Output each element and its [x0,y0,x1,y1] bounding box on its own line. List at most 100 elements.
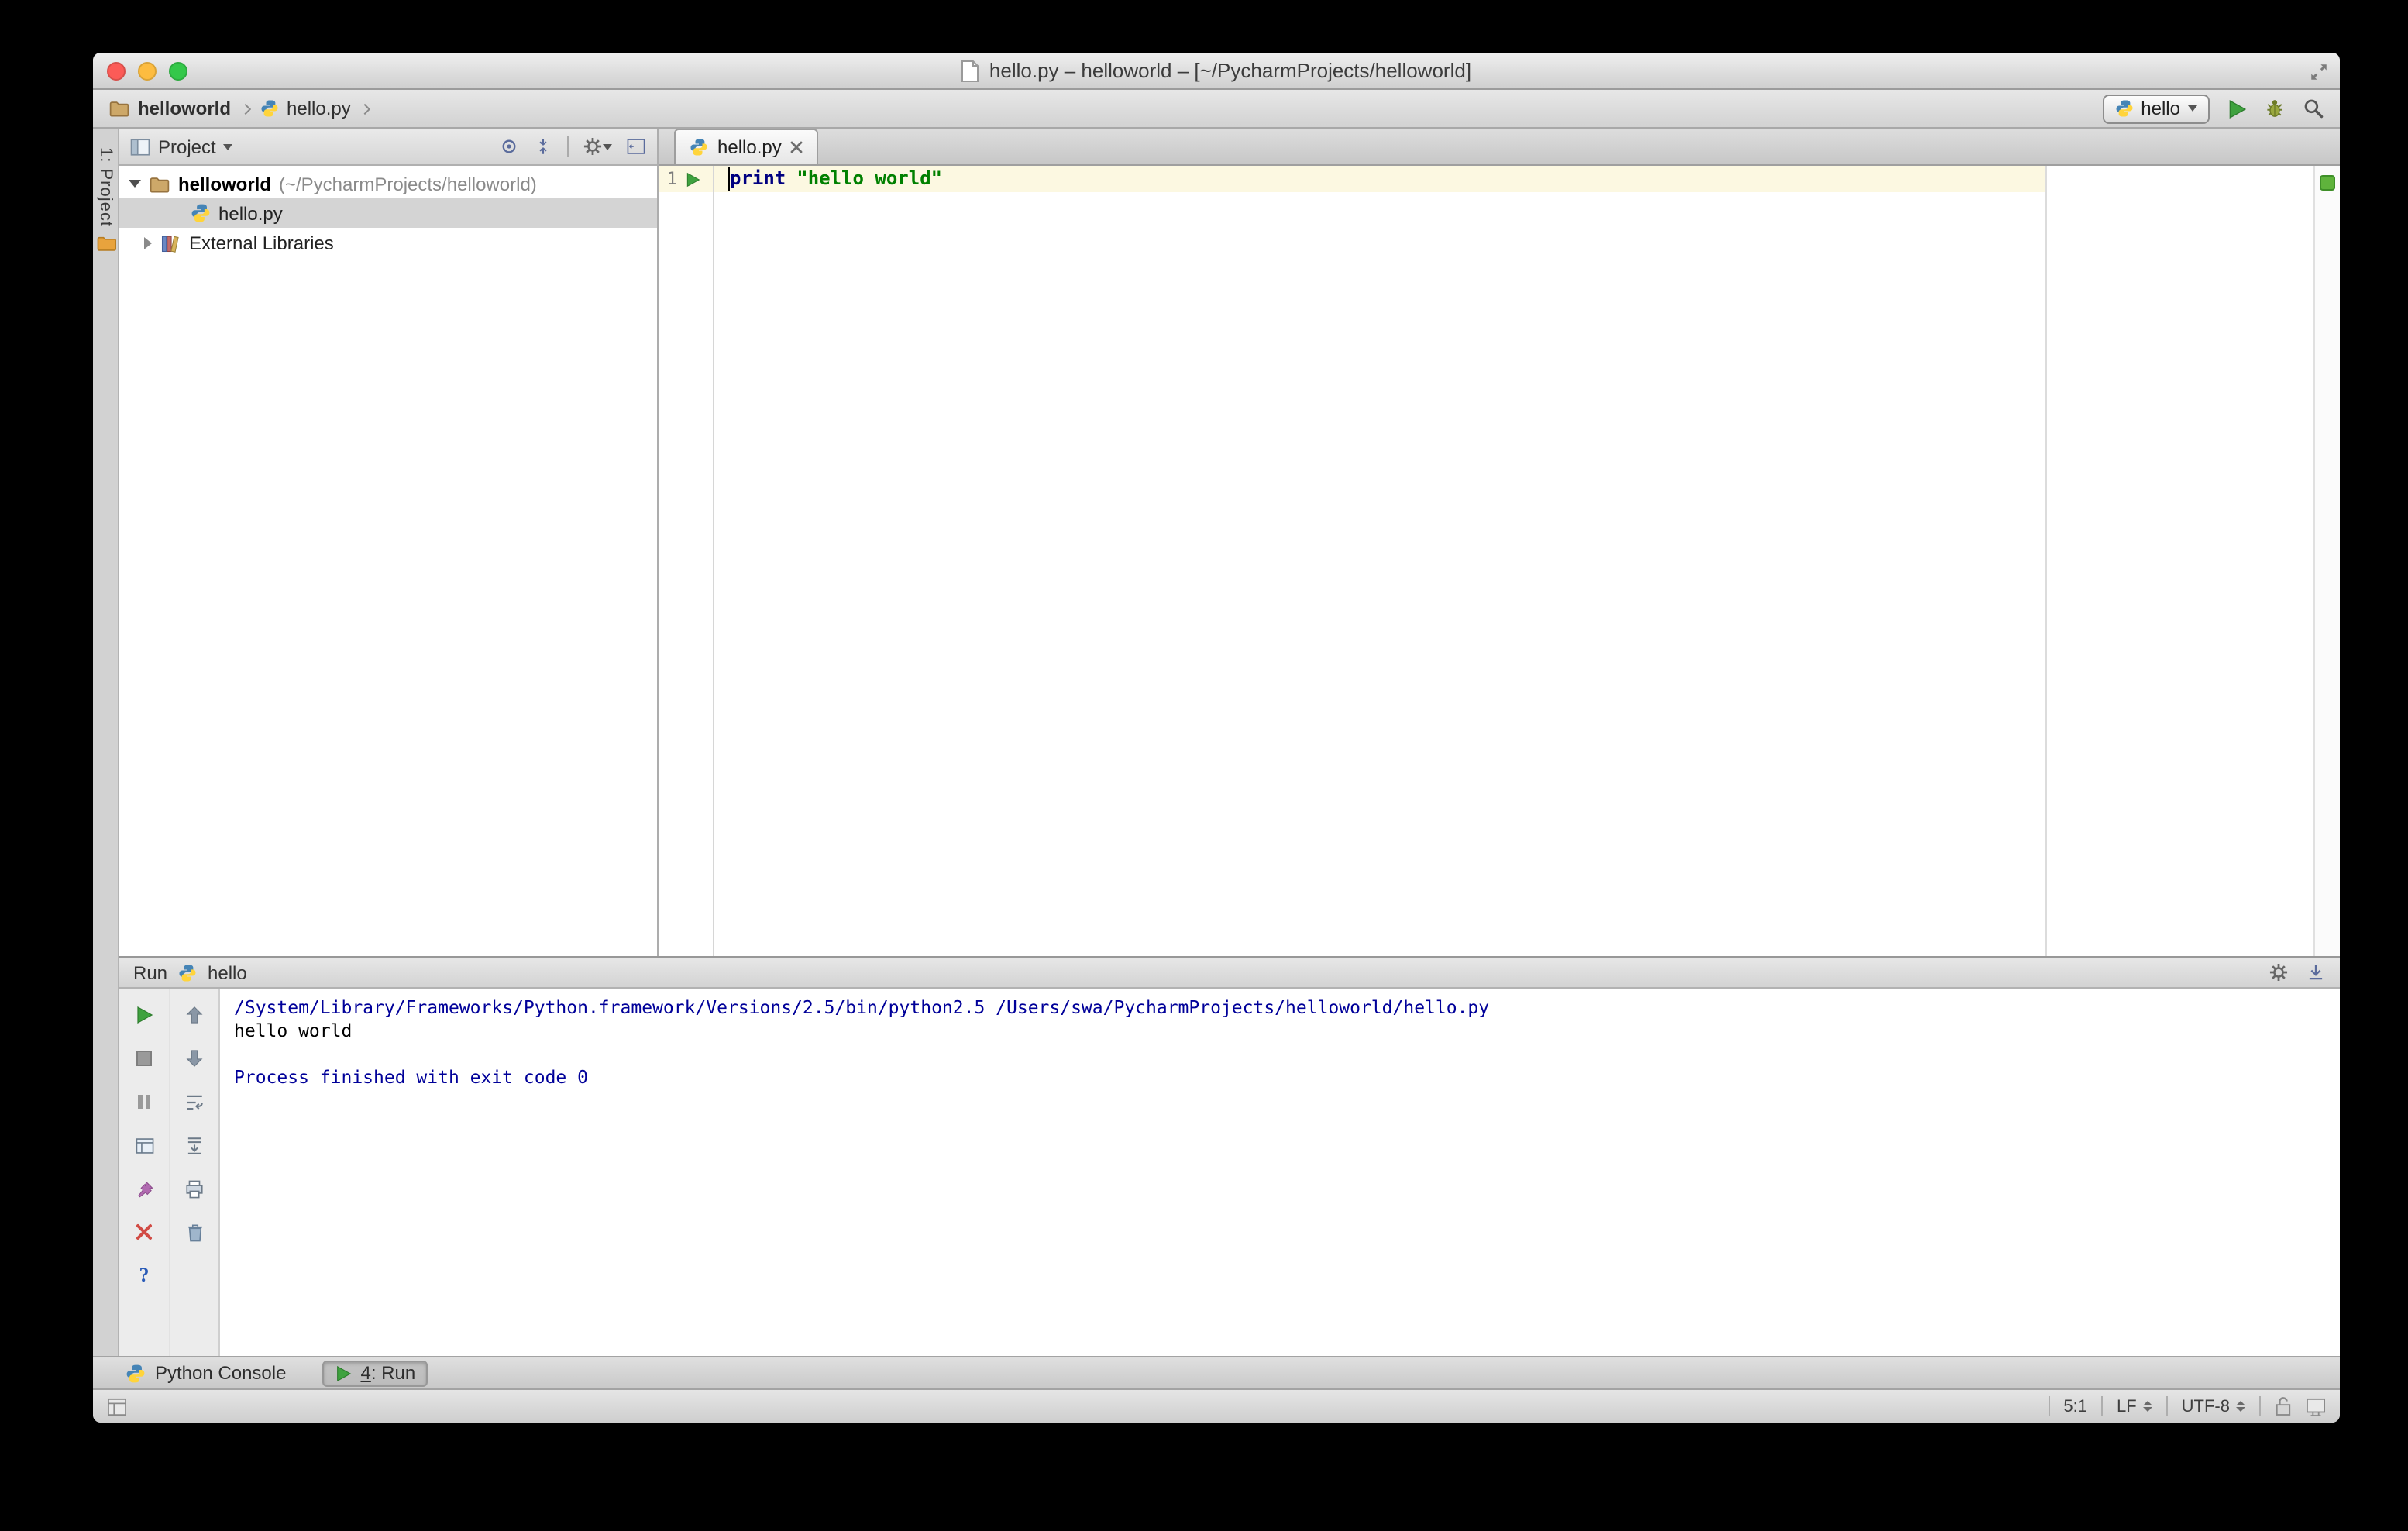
help-button[interactable]: ? [132,1263,157,1288]
down-stack-trace-button[interactable] [182,1046,207,1071]
python-console-label: Python Console [155,1362,287,1384]
stop-icon [136,1051,152,1066]
python-icon [179,964,196,981]
document-icon [961,60,979,81]
layout-icon [135,1137,153,1153]
text-caret [728,167,730,191]
editor-area: hello.py 1 print "hello world" [659,129,2340,956]
inspection-status-ok-indicator[interactable] [2320,175,2335,191]
chevron-down-icon [223,143,233,150]
toolbar-divider [567,136,569,157]
hide-run-panel-button[interactable] [2306,962,2326,982]
close-console-button[interactable] [132,1220,157,1244]
arrow-up-icon [186,1006,203,1024]
chevron-right-icon [239,102,252,115]
code-line-1: print "hello world" [730,166,2340,192]
tab-hello-py[interactable]: hello.py [674,129,819,164]
panel-settings-button[interactable] [583,136,612,157]
run-button[interactable] [2227,98,2247,119]
soft-wrap-icon [187,1094,203,1110]
breadcrumb-item-hello-py[interactable]: hello.py [260,98,351,119]
run-line-marker[interactable] [685,171,700,187]
hide-panel-icon [627,139,645,154]
title-bar[interactable]: hello.py – helloworld – [~/PycharmProjec… [93,53,2340,90]
toggle-tool-window-bars-button[interactable] [107,1397,127,1416]
breadcrumb-item-helloworld[interactable]: helloworld [108,98,231,119]
tree-row-hello-py[interactable]: hello.py [119,198,657,228]
chevron-right-icon [359,102,371,115]
expand-arrow-icon[interactable] [144,236,152,249]
spinner-arrows-icon [2236,1401,2245,1412]
minimize-window-button[interactable] [138,62,157,81]
code-keyword: print [730,167,786,189]
run-panel-right-toolbar [2269,962,2326,982]
close-icon [136,1224,152,1240]
restore-layout-button[interactable] [132,1133,157,1158]
project-root-path: (~/PycharmProjects/helloworld) [279,173,537,194]
fullscreen-button[interactable] [2309,62,2329,82]
help-icon: ? [139,1263,150,1286]
pycharm-window: hello.py – helloworld – [~/PycharmProjec… [93,53,2340,1423]
tool-window-grid-icon [108,1397,126,1416]
line-separator-widget[interactable]: LF [2117,1397,2152,1416]
content-column: Project helloworld (~/PycharmProjects/he… [119,129,2340,1356]
collapse-arrow-icon[interactable] [129,180,141,188]
status-bar: 5:1 LF UTF-8 [93,1388,2340,1423]
file-label: hello.py [218,202,283,224]
status-divider [2259,1396,2261,1416]
search-icon [2304,99,2324,119]
code-text-area[interactable]: print "hello world" [714,166,2340,956]
inspection-stripe[interactable] [2313,166,2340,956]
console-toolbar: ? [119,989,220,1356]
pause-button[interactable] [132,1089,157,1114]
tree-row-external-libraries[interactable]: External Libraries [119,228,657,257]
run-tab-mnemonic: 4 [360,1362,371,1384]
locate-file-button[interactable] [499,136,519,157]
clear-all-button[interactable] [182,1220,207,1244]
stop-button[interactable] [132,1046,157,1071]
run-panel-header[interactable]: Run hello [119,958,2340,989]
run-tab-suffix: : Run [370,1362,416,1384]
read-only-toggle[interactable] [2275,1396,2292,1416]
project-root-label: helloworld [178,173,271,194]
caret-position-widget[interactable]: 5:1 [2063,1397,2087,1416]
python-icon [126,1364,145,1382]
editor-gutter: 1 [659,166,714,956]
hide-panel-button[interactable] [626,136,646,157]
encoding-value: UTF-8 [2181,1397,2230,1416]
navbar-right-toolbar: hello [2102,94,2324,123]
print-button[interactable] [182,1176,207,1201]
encoding-widget[interactable]: UTF-8 [2182,1397,2245,1416]
run-configuration-select[interactable]: hello [2102,94,2210,123]
ide-middle-area: 1: Project Project helloworld (~/Pycharm… [93,129,2340,1356]
rerun-button[interactable] [132,1003,157,1027]
panel-icon [130,138,150,155]
pin-icon [137,1180,153,1197]
traffic-lights [107,62,187,81]
up-stack-trace-button[interactable] [182,1003,207,1027]
run-panel-settings-button[interactable] [2269,962,2289,982]
scroll-to-end-button[interactable] [182,1133,207,1158]
pin-tab-button[interactable] [132,1176,157,1201]
tree-row-project-root[interactable]: helloworld (~/PycharmProjects/helloworld… [119,169,657,198]
screen-share-button[interactable] [2306,1397,2326,1416]
editor-body[interactable]: 1 print "hello world" [659,166,2340,956]
console-line: Process finished with exit code 0 [234,1066,588,1088]
close-window-button[interactable] [107,62,126,81]
project-tool-window-button[interactable]: 1: Project [95,147,115,253]
main-row: Project helloworld (~/PycharmProjects/he… [119,129,2340,956]
status-divider [2165,1396,2168,1416]
search-everywhere-button[interactable] [2303,98,2324,119]
bug-icon [2267,100,2282,117]
close-icon[interactable] [791,141,803,153]
console-output[interactable]: /System/Library/Frameworks/Python.framew… [220,989,2340,1356]
debug-button[interactable] [2264,98,2286,119]
project-view-selector[interactable]: Project [130,136,233,157]
soft-wrap-button[interactable] [182,1089,207,1114]
run-tool-window-button[interactable]: 4: Run [322,1360,428,1386]
left-tool-stripe: 1: Project [93,129,119,1356]
run-icon [2229,99,2247,118]
python-console-button[interactable]: Python Console [115,1360,297,1386]
collapse-all-button[interactable] [533,136,553,157]
zoom-window-button[interactable] [169,62,187,81]
